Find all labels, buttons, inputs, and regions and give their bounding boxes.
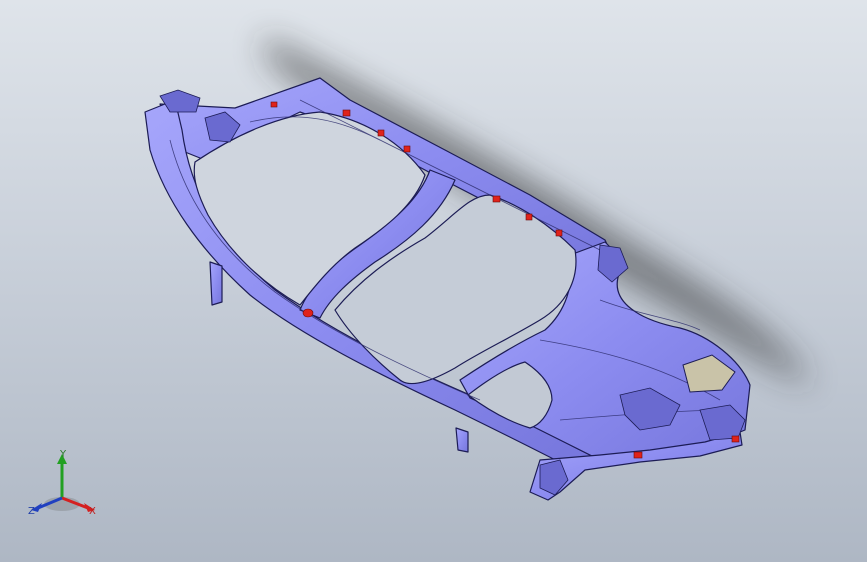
orientation-triad[interactable]: Y Z X [22, 446, 106, 526]
rear-bracket [455, 427, 469, 453]
cad-viewport[interactable]: Y Z X [0, 0, 867, 562]
door-openings [193, 111, 577, 429]
z-axis-label: Z [28, 506, 35, 517]
model-scene[interactable] [0, 0, 867, 562]
y-axis-label: Y [60, 449, 67, 460]
front-bracket [209, 261, 223, 306]
x-axis-label: X [89, 506, 96, 517]
